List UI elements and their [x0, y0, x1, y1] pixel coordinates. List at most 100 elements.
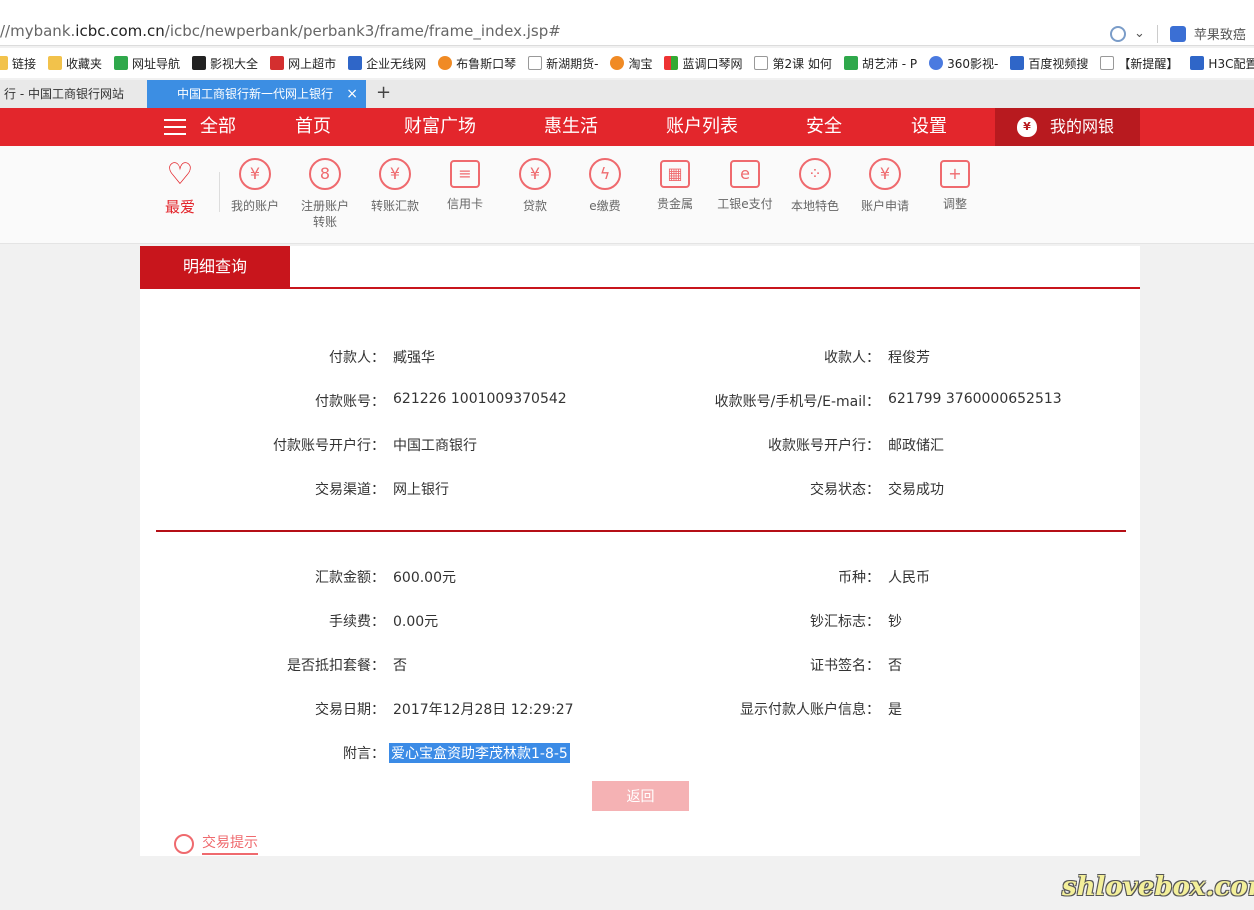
quick-menu-label: 账户申请 [860, 199, 909, 213]
bookmark-item[interactable]: 淘宝 [610, 55, 652, 72]
site-icon [754, 56, 769, 70]
url-text[interactable]: //mybank.icbc.com.cn/icbc/newperbank/per… [0, 22, 561, 40]
new-tab-button[interactable]: + [376, 82, 391, 103]
cash-flag-value: 钞 [888, 614, 902, 630]
status-value: 交易成功 [888, 482, 944, 498]
lightbulb-icon [174, 833, 194, 854]
nav-all[interactable]: 全部 [200, 108, 236, 146]
bookmark-label: 网上超市 [288, 56, 337, 71]
site-icon [929, 56, 944, 70]
tab-icbc-netbank[interactable]: 中国工商银行新一代网上银行 × [147, 80, 366, 108]
quick-menu-item[interactable]: ⁘ 本地特色 [780, 158, 850, 214]
money-bag-icon: ¥ [519, 158, 551, 190]
close-tab-icon[interactable]: × [346, 80, 358, 108]
bookmark-label: 第2课 如何 [772, 56, 832, 71]
bookmark-item[interactable]: 蓝调口琴网 [664, 55, 742, 72]
bookmark-item[interactable]: H3C配置线 [1190, 55, 1254, 72]
quick-menu-label: 工银e支付 [717, 197, 773, 211]
bookmark-item[interactable]: 链接 [0, 55, 36, 72]
site-icon [270, 56, 285, 70]
site-icon [664, 56, 679, 70]
payee-account-label: 收款账号/手机号/E-mail： [714, 394, 880, 410]
folder-icon [48, 56, 63, 70]
package-label: 是否抵扣套餐： [287, 658, 385, 674]
bookmark-item[interactable]: 网上超市 [270, 55, 336, 72]
bookmark-item[interactable]: 布鲁斯口琴 [438, 55, 516, 72]
nav-home[interactable]: 首页 [295, 108, 331, 146]
quick-menu-label: 注册账户转账 [300, 199, 349, 229]
epay-card-icon: e [730, 160, 760, 188]
bookmark-item[interactable]: 【新提醒】 [1100, 55, 1178, 72]
address-bar[interactable]: //mybank.icbc.com.cn/icbc/newperbank/per… [0, 0, 1254, 46]
quick-menu-item[interactable]: ¥ 我的账户 [220, 158, 290, 214]
quick-menu-item[interactable]: ¥ 转账汇款 [360, 158, 430, 214]
date-label: 交易日期： [315, 702, 385, 718]
url-path: /icbc/newperbank/perbank3/frame/frame_in… [164, 22, 561, 40]
quick-menu-label: 贷款 [522, 199, 547, 213]
bookmark-item[interactable]: 新湖期货- [528, 55, 598, 72]
fee-label: 手续费： [329, 614, 385, 630]
amount-value: 600.00元 [393, 570, 456, 586]
bookmark-item[interactable]: 收藏夹 [48, 55, 102, 72]
quick-menu-item[interactable]: + 调整 [920, 158, 990, 212]
quick-menu-item[interactable]: ¥ 贷款 [500, 158, 570, 214]
payee-bank-label: 收款账号开户行： [768, 438, 880, 454]
chevron-down-icon[interactable]: ⌄ [1134, 26, 1145, 41]
nav-security[interactable]: 安全 [806, 108, 842, 146]
quick-menu-item[interactable]: ▦ 贵金属 [640, 158, 710, 212]
nav-wealth[interactable]: 财富广场 [404, 108, 476, 146]
account-apply-icon: ¥ [869, 158, 901, 190]
bookmark-item[interactable]: 胡艺沛 - P [843, 55, 917, 72]
note-value[interactable]: 爱心宝盒资助李茂林款1-8-5 [389, 743, 570, 763]
favorites-button[interactable]: ♡ 最爱 [160, 158, 200, 217]
site-icon [1190, 56, 1205, 70]
bookmark-item[interactable]: 企业无线网 [348, 55, 426, 72]
nav-settings[interactable]: 设置 [911, 108, 947, 146]
bookmark-item[interactable]: 第2课 如何 [754, 55, 832, 72]
channel-label: 交易渠道： [315, 482, 385, 498]
show-payer-value: 是 [888, 702, 902, 718]
bookmark-label: 企业无线网 [366, 56, 427, 71]
back-button[interactable]: 返回 [592, 781, 689, 811]
tab-label: 行 - 中国工商银行网站 [4, 87, 124, 101]
yen-circle-icon: ¥ [239, 158, 271, 190]
my-netbank-button[interactable]: ¥ 我的网银 [995, 108, 1140, 146]
money-bag-icon: ¥ [1017, 117, 1037, 137]
nav-life[interactable]: 惠生活 [544, 108, 598, 146]
bookmark-label: 影视大全 [210, 56, 259, 71]
credit-card-icon: ≡ [450, 160, 480, 188]
quick-menu-item[interactable]: ϟ e缴费 [570, 158, 640, 214]
nav-accounts[interactable]: 账户列表 [666, 108, 738, 146]
bookmark-label: 新湖期货- [546, 56, 599, 71]
note-label: 附言： [343, 746, 385, 762]
quick-menu-item[interactable]: e 工银e支付 [710, 158, 780, 212]
bookmark-item[interactable]: 网址导航 [114, 55, 180, 72]
site-icon [114, 56, 129, 70]
transaction-tips[interactable]: 交易提示 [174, 832, 258, 855]
gold-bars-icon: ▦ [660, 160, 690, 188]
main-nav: 全部 首页 财富广场 惠生活 账户列表 安全 设置 ¥ 我的网银 [0, 108, 1254, 146]
payer-value: 臧强华 [393, 350, 435, 366]
payee-label: 收款人： [824, 350, 880, 366]
payer-bank-value: 中国工商银行 [393, 438, 477, 454]
bookmark-item[interactable]: 360影视- [929, 55, 998, 72]
tab-strip: 行 - 中国工商银行网站 中国工商银行新一代网上银行 × + [0, 80, 1254, 108]
section-divider [156, 530, 1126, 532]
quick-menu-item[interactable]: ¥ 账户申请 [850, 158, 920, 214]
bookmark-item[interactable]: 影视大全 [192, 55, 258, 72]
bookmark-item[interactable]: 百度视频搜 [1010, 55, 1088, 72]
quick-menu-item[interactable]: 8 注册账户转账 [290, 158, 360, 230]
ie-compat-icon[interactable] [1110, 25, 1126, 42]
tab-icbc-site[interactable]: 行 - 中国工商银行网站 [0, 80, 144, 108]
baidu-paw-icon [1169, 25, 1186, 42]
search-engine-text[interactable]: 苹果致癌 [1194, 24, 1246, 43]
quick-menu-label: 转账汇款 [370, 199, 419, 213]
menu-icon[interactable] [164, 119, 186, 135]
bookmark-label: 【新提醒】 [1118, 56, 1179, 71]
quick-menu-bar: ♡ 最爱 ¥ 我的账户 8 注册账户转账 ¥ 转账汇款 ≡ 信用卡 ¥ 贷款 ϟ e缴费 ▦ 贵金属 e 工银… [0, 146, 1254, 244]
quick-menu-label: 信用卡 [446, 197, 483, 211]
folder-icon [0, 56, 8, 70]
local-dots-icon: ⁘ [799, 158, 831, 190]
quick-menu-item[interactable]: ≡ 信用卡 [430, 158, 500, 212]
cert-label: 证书签名： [810, 658, 880, 674]
